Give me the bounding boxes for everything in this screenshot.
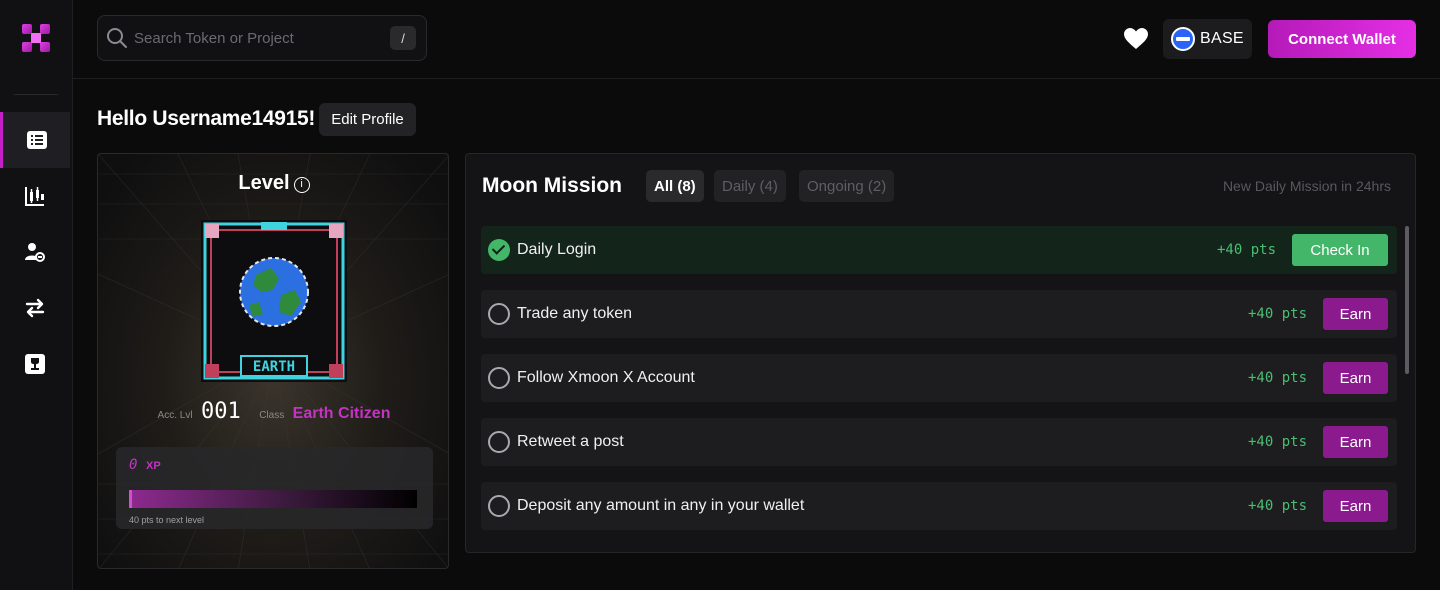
mission-points: +40 pts (1217, 242, 1277, 258)
trophy-icon (25, 354, 45, 374)
list-item: Retweet a post +40 pts Earn (481, 418, 1397, 466)
mission-label: Trade any token (517, 305, 633, 322)
search-box[interactable]: / (97, 15, 427, 61)
base-chain-icon (1171, 27, 1195, 51)
list-item: Trade any token +40 pts Earn (481, 290, 1397, 338)
class-value: Earth Citizen (292, 405, 391, 422)
search-shortcut-key: / (390, 26, 416, 50)
page-title: Hello Username14915! (97, 107, 316, 130)
circle-icon (488, 303, 510, 325)
circle-icon (488, 495, 510, 517)
sidebar-item-referral[interactable] (0, 224, 70, 280)
xp-progress-marker (129, 490, 132, 508)
mission-points: +40 pts (1248, 306, 1308, 322)
tab-daily[interactable]: Daily (4) (714, 170, 786, 202)
sidebar-item-leaderboard[interactable] (0, 336, 70, 392)
badge-text: EARTH (253, 359, 295, 375)
acc-level-value: 001 (201, 399, 241, 424)
candlestick-chart-icon (25, 187, 44, 206)
class-label: Class (259, 410, 285, 421)
check-icon (488, 239, 510, 261)
xp-panel: 0 XP 40 pts to next level (116, 447, 433, 529)
mission-label: Retweet a post (517, 433, 624, 450)
top-bar: / BASE Connect Wallet (73, 0, 1440, 79)
circle-icon (488, 367, 510, 389)
earn-button[interactable]: Earn (1323, 490, 1388, 522)
info-icon[interactable]: i (293, 177, 310, 193)
search-icon (107, 28, 127, 48)
heart-icon[interactable] (1123, 27, 1149, 51)
sidebar (0, 0, 73, 590)
mission-label: Follow Xmoon X Account (517, 369, 695, 386)
xp-progress-fill (129, 490, 417, 508)
sidebar-item-charts[interactable] (0, 168, 70, 224)
next-level-text: 40 pts to next level (129, 515, 205, 525)
earn-button[interactable]: Earn (1323, 298, 1388, 330)
connect-wallet-button[interactable]: Connect Wallet (1268, 20, 1416, 58)
check-in-button[interactable]: Check In (1292, 234, 1388, 266)
earth-badge: EARTH (201, 220, 347, 382)
missions-panel: Moon Mission All (8) Daily (4) Ongoing (… (465, 153, 1416, 553)
sidebar-item-swap[interactable] (0, 280, 70, 336)
search-input[interactable] (134, 16, 384, 60)
level-title-text: Level (238, 172, 290, 194)
mission-label: Deposit any amount in any in your wallet (517, 497, 805, 514)
xp-progress-bar (129, 490, 417, 508)
xp-unit: XP (146, 460, 161, 472)
level-card: Level i EARTH Acc. Lvl 001 Class Earth Ci… (97, 153, 449, 569)
list-icon (26, 131, 47, 149)
earn-button[interactable]: Earn (1323, 426, 1388, 458)
swap-arrows-icon (25, 298, 45, 318)
edit-profile-button[interactable]: Edit Profile (319, 103, 416, 136)
chain-selector[interactable]: BASE (1163, 19, 1252, 59)
sidebar-divider (14, 94, 58, 95)
earn-button[interactable]: Earn (1323, 362, 1388, 394)
mission-points: +40 pts (1248, 498, 1308, 514)
missions-title: Moon Mission (482, 174, 622, 197)
mission-points: +40 pts (1248, 370, 1308, 386)
list-item: Follow Xmoon X Account +40 pts Earn (481, 354, 1397, 402)
xp-value: 0 (129, 457, 138, 473)
mission-label: Daily Login (517, 241, 597, 258)
mission-points: +40 pts (1248, 434, 1308, 450)
acc-level-label: Acc. Lvl (157, 410, 193, 421)
list-item: Deposit any amount in any in your wallet… (481, 482, 1397, 530)
tab-ongoing[interactable]: Ongoing (2) (799, 170, 895, 202)
list-item: Daily Login +40 pts Check In (481, 226, 1397, 274)
x-logo-icon[interactable] (20, 22, 52, 54)
app-root: / BASE Connect Wallet Hello Username1491… (0, 0, 1440, 590)
new-daily-mission-text: New Daily Mission in 24hrs (1222, 178, 1391, 194)
sidebar-item-missions[interactable] (0, 112, 70, 168)
circle-icon (488, 431, 510, 453)
level-title: Level i (98, 172, 448, 195)
tab-all[interactable]: All (8) (646, 170, 704, 202)
mission-list-scrollbar[interactable] (1405, 226, 1409, 374)
chain-label: BASE (1200, 30, 1244, 47)
account-level-row: Acc. Lvl 001 Class Earth Citizen (98, 399, 448, 424)
user-link-icon (25, 243, 45, 262)
